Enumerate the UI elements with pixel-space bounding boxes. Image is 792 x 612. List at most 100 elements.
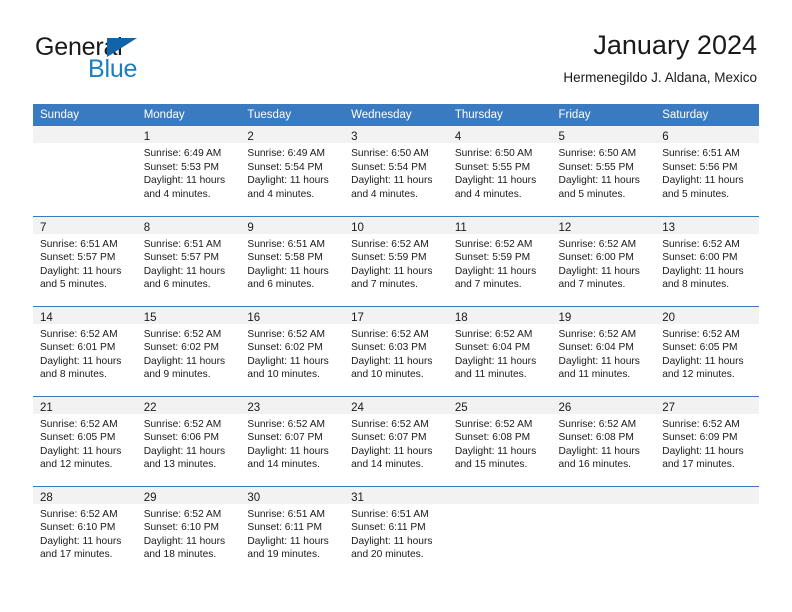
sunrise-text: Sunrise: 6:51 AM [247, 508, 325, 520]
day-number: 30 [247, 491, 261, 504]
calendar-day-cell[interactable]: 24 Sunrise: 6:52 AM Sunset: 6:07 PM Dayligh… [344, 395, 448, 486]
daylight-text-line2: and 5 minutes. [558, 188, 626, 200]
daylight-text-line2: and 4 minutes. [454, 188, 522, 200]
daylight-text-line1: Daylight: 11 hours [143, 445, 226, 457]
sunset-text: Sunset: 6:07 PM [247, 432, 323, 444]
sunset-text: Sunset: 5:54 PM [247, 161, 323, 173]
day-info: Sunrise: 6:52 AM Sunset: 6:02 PM Daylight:… [240, 324, 344, 382]
calendar-day-cell[interactable]: 4 Sunrise: 6:50 AM Sunset: 5:55 PM Daylight… [447, 126, 552, 216]
day-info: Sunrise: 6:52 AM Sunset: 6:00 PM Daylight:… [655, 234, 759, 292]
calendar-day-cell[interactable]: 27 Sunrise: 6:52 AM Sunset: 6:09 PM Dayligh… [655, 395, 759, 486]
calendar-day-cell[interactable]: 8 Sunrise: 6:51 AM Sunset: 5:57 PM Daylight… [136, 215, 241, 306]
daylight-text-line2: and 14 minutes. [351, 459, 424, 471]
calendar-day-cell[interactable]: 26 Sunrise: 6:52 AM Sunset: 6:08 PM Dayligh… [551, 395, 656, 486]
day-info: Sunrise: 6:52 AM Sunset: 6:06 PM Daylight:… [137, 414, 241, 472]
day-number-strip: 21 [33, 396, 137, 414]
day-number-strip: 4 [447, 126, 552, 143]
day-info: Sunrise: 6:51 AM Sunset: 5:56 PM Daylight:… [655, 143, 759, 201]
sunset-text: Sunset: 6:10 PM [143, 522, 220, 534]
sunrise-text: Sunrise: 6:52 AM [351, 238, 429, 250]
calendar-day-cell-empty [447, 485, 552, 576]
calendar-day-cell[interactable]: 14 Sunrise: 6:52 AM Sunset: 6:01 PM Dayligh… [33, 305, 137, 396]
day-info: Sunrise: 6:52 AM Sunset: 6:09 PM Daylight:… [655, 414, 759, 472]
calendar-day-cell[interactable]: 13 Sunrise: 6:52 AM Sunset: 6:00 PM Dayligh… [655, 215, 759, 306]
sunrise-text: Sunrise: 6:49 AM [143, 148, 222, 159]
day-info: Sunrise: 6:51 AM Sunset: 6:11 PM Daylight:… [344, 504, 448, 562]
sunrise-text: Sunrise: 6:52 AM [558, 328, 637, 340]
calendar-day-cell[interactable]: 3 Sunrise: 6:50 AM Sunset: 5:54 PM Daylight… [344, 126, 448, 216]
calendar-day-cell[interactable]: 22 Sunrise: 6:52 AM Sunset: 6:06 PM Dayligh… [136, 395, 241, 486]
day-number: 13 [662, 221, 676, 234]
daylight-text-line2: and 11 minutes. [454, 369, 527, 381]
daylight-text-line1: Daylight: 11 hours [558, 355, 640, 367]
sunset-text: Sunset: 6:08 PM [558, 432, 634, 444]
calendar-day-cell[interactable]: 6 Sunrise: 6:51 AM Sunset: 5:56 PM Daylight… [655, 126, 759, 216]
calendar-day-cell[interactable]: 7 Sunrise: 6:51 AM Sunset: 5:57 PM Daylight… [33, 215, 137, 306]
sunrise-text: Sunrise: 6:50 AM [351, 148, 429, 159]
weekday-header-wednesday: Wednesday [344, 104, 448, 126]
daylight-text-line2: and 5 minutes. [40, 279, 107, 291]
day-number-strip: 5 [551, 126, 656, 143]
calendar-day-cell[interactable]: 20 Sunrise: 6:52 AM Sunset: 6:05 PM Dayligh… [655, 305, 759, 396]
sunrise-text: Sunrise: 6:51 AM [662, 148, 740, 159]
calendar-day-cell[interactable]: 29 Sunrise: 6:52 AM Sunset: 6:10 PM Dayligh… [136, 485, 241, 576]
calendar-day-cell[interactable]: 25 Sunrise: 6:52 AM Sunset: 6:08 PM Dayligh… [447, 395, 552, 486]
day-number: 18 [454, 311, 468, 324]
daylight-text-line1: Daylight: 11 hours [40, 265, 122, 277]
day-number: 7 [40, 221, 47, 234]
sunset-text: Sunset: 6:04 PM [454, 342, 531, 354]
calendar-day-cell[interactable]: 17 Sunrise: 6:52 AM Sunset: 6:03 PM Dayligh… [344, 305, 448, 396]
sunrise-text: Sunrise: 6:52 AM [351, 328, 429, 340]
calendar-day-cell[interactable]: 12 Sunrise: 6:52 AM Sunset: 6:00 PM Dayligh… [551, 215, 656, 306]
daylight-text-line1: Daylight: 11 hours [143, 175, 226, 187]
daylight-text-line2: and 19 minutes. [247, 549, 320, 561]
calendar-day-cell[interactable]: 15 Sunrise: 6:52 AM Sunset: 6:02 PM Dayligh… [136, 305, 241, 396]
sunset-text: Sunset: 6:11 PM [247, 522, 322, 534]
daylight-text-line2: and 17 minutes. [662, 459, 735, 471]
day-number-strip: 20 [655, 306, 759, 324]
calendar-day-cell[interactable]: 31 Sunrise: 6:51 AM Sunset: 6:11 PM Dayligh… [344, 485, 448, 576]
sunrise-text: Sunrise: 6:52 AM [558, 418, 637, 430]
day-info: Sunrise: 6:52 AM Sunset: 6:10 PM Daylight:… [137, 504, 241, 562]
day-info: Sunrise: 6:52 AM Sunset: 5:59 PM Daylight:… [344, 234, 448, 292]
day-info: Sunrise: 6:49 AM Sunset: 5:54 PM Daylight:… [240, 143, 344, 201]
day-number: 17 [351, 311, 364, 324]
sunset-text: Sunset: 6:07 PM [351, 432, 427, 444]
calendar-day-cell[interactable]: 30 Sunrise: 6:51 AM Sunset: 6:11 PM Dayligh… [240, 485, 345, 576]
day-number-strip: 29 [136, 486, 241, 504]
calendar-day-cell[interactable]: 9 Sunrise: 6:51 AM Sunset: 5:58 PM Daylight… [240, 215, 345, 306]
sunset-text: Sunset: 6:00 PM [558, 252, 634, 264]
weekday-header-tuesday: Tuesday [240, 104, 345, 126]
daylight-text-line1: Daylight: 11 hours [662, 355, 744, 367]
daylight-text-line2: and 18 minutes. [143, 549, 217, 561]
calendar-day-cell[interactable]: 23 Sunrise: 6:52 AM Sunset: 6:07 PM Dayligh… [240, 395, 345, 486]
daylight-text-line2: and 14 minutes. [247, 459, 320, 471]
daylight-text-line2: and 4 minutes. [247, 188, 315, 200]
calendar-day-cell[interactable]: 16 Sunrise: 6:52 AM Sunset: 6:02 PM Dayligh… [240, 305, 345, 396]
day-number-strip: 7 [33, 216, 137, 234]
calendar-day-cell[interactable]: 10 Sunrise: 6:52 AM Sunset: 5:59 PM Dayligh… [344, 215, 448, 306]
sunset-text: Sunset: 6:04 PM [558, 342, 634, 354]
daylight-text-line1: Daylight: 11 hours [247, 265, 329, 277]
calendar-day-cell[interactable]: 5 Sunrise: 6:50 AM Sunset: 5:55 PM Daylight… [551, 126, 656, 216]
calendar-day-cell[interactable]: 2 Sunrise: 6:49 AM Sunset: 5:54 PM Daylight… [240, 126, 345, 216]
sunrise-text: Sunrise: 6:51 AM [143, 238, 222, 250]
sunrise-text: Sunrise: 6:52 AM [454, 238, 533, 250]
calendar-day-cell[interactable]: 18 Sunrise: 6:52 AM Sunset: 6:04 PM Dayligh… [447, 305, 552, 396]
day-info: Sunrise: 6:52 AM Sunset: 6:05 PM Daylight:… [33, 414, 137, 472]
day-number: 29 [143, 491, 157, 504]
day-info: Sunrise: 6:52 AM Sunset: 6:04 PM Daylight:… [448, 324, 552, 382]
calendar-day-cell[interactable]: 21 Sunrise: 6:52 AM Sunset: 6:05 PM Dayligh… [33, 395, 137, 486]
calendar-day-cell[interactable]: 19 Sunrise: 6:52 AM Sunset: 6:04 PM Dayligh… [551, 305, 656, 396]
daylight-text-line1: Daylight: 11 hours [143, 265, 226, 277]
day-number-strip: 11 [447, 216, 552, 234]
day-info: Sunrise: 6:51 AM Sunset: 6:11 PM Daylight:… [240, 504, 344, 562]
day-info: Sunrise: 6:52 AM Sunset: 6:08 PM Daylight:… [552, 414, 656, 472]
daylight-text-line1: Daylight: 11 hours [454, 355, 537, 367]
day-number: 20 [662, 311, 676, 324]
calendar-day-cell[interactable]: 1 Sunrise: 6:49 AM Sunset: 5:53 PM Daylight… [136, 126, 241, 216]
sunrise-text: Sunrise: 6:52 AM [662, 418, 740, 430]
calendar-day-cell[interactable]: 11 Sunrise: 6:52 AM Sunset: 5:59 PM Dayligh… [447, 215, 552, 306]
calendar-day-cell[interactable]: 28 Sunrise: 6:52 AM Sunset: 6:10 PM Dayligh… [33, 485, 137, 576]
day-number-strip: 19 [551, 306, 656, 324]
